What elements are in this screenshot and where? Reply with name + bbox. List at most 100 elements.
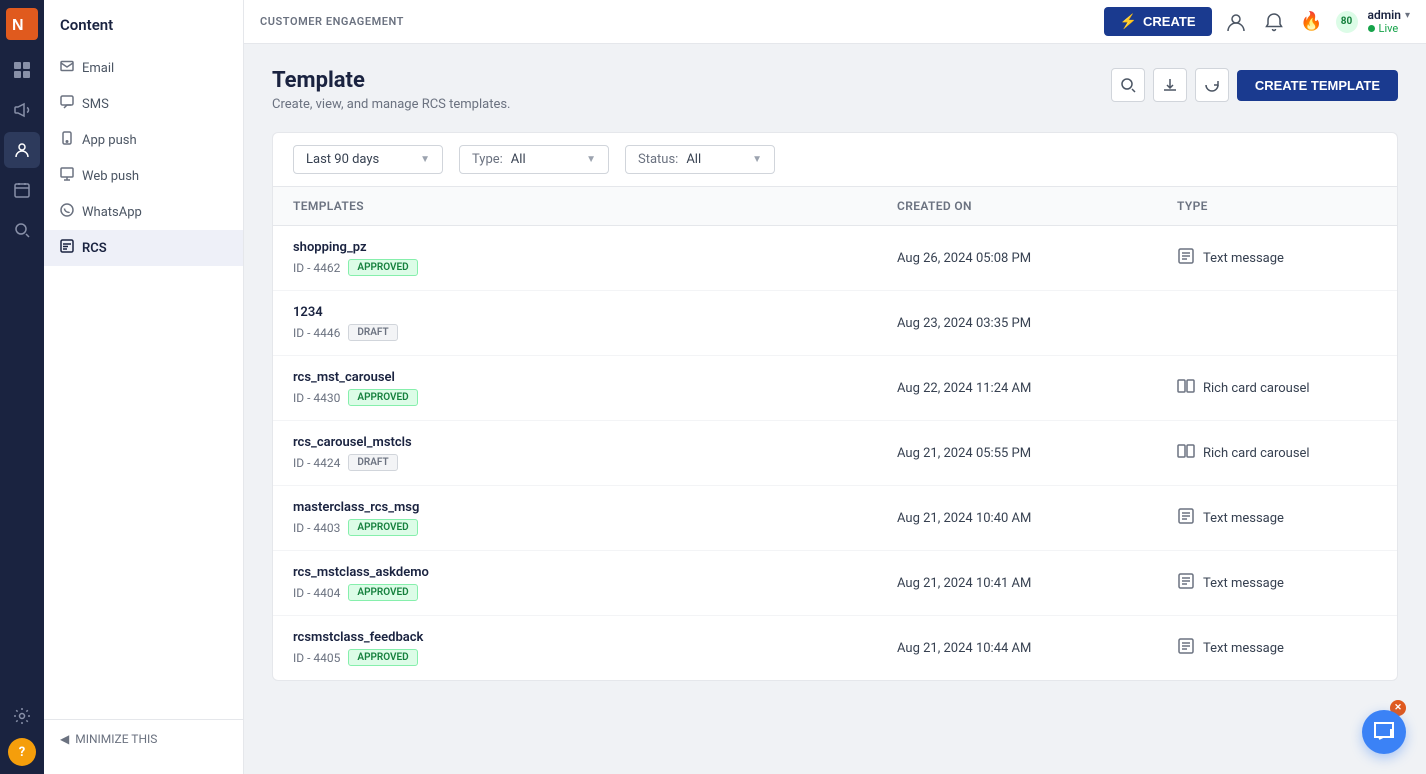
sidebar-item-app-push[interactable]: App push (44, 122, 243, 158)
content-area: Template Create, view, and manage RCS te… (244, 44, 1426, 774)
flame-icon[interactable]: 🔥 (1298, 8, 1326, 36)
template-meta: ID - 4462 APPROVED (293, 259, 897, 276)
created-on-cell: Aug 23, 2024 03:35 PM (897, 316, 1177, 331)
date-range-filter[interactable]: Last 90 days ▼ (293, 145, 443, 174)
status-filter[interactable]: Status: All ▼ (625, 145, 775, 174)
table-row[interactable]: masterclass_rcs_msg ID - 4403 APPROVED A… (273, 486, 1397, 551)
created-on-cell: Aug 21, 2024 05:55 PM (897, 446, 1177, 461)
minimize-label: MINIMIZE THIS (75, 732, 157, 746)
template-name-cell: rcs_mstclass_askdemo ID - 4404 APPROVED (293, 565, 897, 601)
email-icon (60, 59, 74, 77)
sidebar-item-sms[interactable]: SMS (44, 86, 243, 122)
chevron-left-icon: ◀ (60, 732, 69, 746)
type-cell: Rich card carousel (1177, 377, 1377, 399)
page-title: Template (272, 68, 510, 93)
template-name: masterclass_rcs_msg (293, 500, 897, 515)
nav-person-icon[interactable] (4, 132, 40, 168)
table-row[interactable]: rcs_carousel_mstcls ID - 4424 DRAFT Aug … (273, 421, 1397, 486)
created-on-cell: Aug 21, 2024 10:41 AM (897, 576, 1177, 591)
type-icon (1177, 637, 1195, 659)
refresh-button[interactable] (1195, 68, 1229, 102)
status-badge: APPROVED (348, 649, 417, 666)
table-body: shopping_pz ID - 4462 APPROVED Aug 26, 2… (273, 226, 1397, 680)
created-on-cell: Aug 22, 2024 11:24 AM (897, 381, 1177, 396)
download-button[interactable] (1153, 68, 1187, 102)
sidebar-item-email[interactable]: Email (44, 50, 243, 86)
type-icon (1177, 377, 1195, 399)
table-row[interactable]: rcs_mst_carousel ID - 4430 APPROVED Aug … (273, 356, 1397, 421)
notification-count[interactable]: 80 (1336, 11, 1358, 33)
table-row[interactable]: rcs_mstclass_askdemo ID - 4404 APPROVED … (273, 551, 1397, 616)
sidebar-item-rcs[interactable]: RCS (44, 230, 243, 266)
nav-settings-icon[interactable] (4, 698, 40, 734)
template-id: ID - 4430 (293, 391, 340, 405)
template-name: rcs_mst_carousel (293, 370, 897, 385)
chat-bubble-button[interactable] (1362, 710, 1406, 754)
main-area: CUSTOMER ENGAGEMENT ⚡ CREATE 🔥 80 (244, 0, 1426, 774)
page-header: Template Create, view, and manage RCS te… (272, 68, 1398, 112)
type-cell: Rich card carousel (1177, 442, 1377, 464)
template-name-cell: rcs_carousel_mstcls ID - 4424 DRAFT (293, 435, 897, 471)
sidebar-item-whatsapp[interactable]: WhatsApp (44, 194, 243, 230)
table-row[interactable]: 1234 ID - 4446 DRAFT Aug 23, 2024 03:35 … (273, 291, 1397, 356)
sidebar-rcs-label: RCS (82, 241, 107, 256)
type-icon (1177, 247, 1195, 269)
sidebar-whatsapp-label: WhatsApp (82, 205, 142, 220)
sidebar: Content Email SMS App push Web (44, 0, 244, 774)
type-filter-label: Type: (472, 152, 503, 167)
nav-search-icon[interactable] (4, 212, 40, 248)
template-name-cell: rcs_mst_carousel ID - 4430 APPROVED (293, 370, 897, 406)
app-push-icon (60, 131, 74, 149)
profile-icon[interactable] (1222, 8, 1250, 36)
template-id: ID - 4405 (293, 651, 340, 665)
template-id: ID - 4403 (293, 521, 340, 535)
admin-info: admin ▾ Live (1368, 8, 1410, 35)
notification-icon[interactable] (1260, 8, 1288, 36)
bolt-icon: ⚡ (1120, 13, 1137, 30)
template-meta: ID - 4430 APPROVED (293, 389, 897, 406)
status-badge: DRAFT (348, 454, 397, 471)
type-cell: Text message (1177, 247, 1377, 269)
type-icon (1177, 572, 1195, 594)
template-id: ID - 4462 (293, 261, 340, 275)
nav-grid-icon[interactable] (4, 52, 40, 88)
table-row[interactable]: rcsmstclass_feedback ID - 4405 APPROVED … (273, 616, 1397, 680)
type-cell: Text message (1177, 637, 1377, 659)
search-button[interactable] (1111, 68, 1145, 102)
sidebar-email-label: Email (82, 61, 114, 76)
template-name-cell: shopping_pz ID - 4462 APPROVED (293, 240, 897, 276)
date-range-value: Last 90 days (306, 152, 379, 167)
type-filter-value: All (511, 152, 526, 167)
whatsapp-icon (60, 203, 74, 221)
live-dot (1368, 25, 1375, 32)
template-name: rcs_mstclass_askdemo (293, 565, 897, 580)
section-label: CUSTOMER ENGAGEMENT (260, 15, 404, 28)
sidebar-item-web-push[interactable]: Web push (44, 158, 243, 194)
sidebar-app-push-label: App push (82, 133, 137, 148)
nav-calendar-icon[interactable] (4, 172, 40, 208)
create-label: CREATE (1143, 14, 1195, 29)
sidebar-web-push-label: Web push (82, 169, 139, 184)
status-filter-value: All (686, 152, 701, 167)
nav-megaphone-icon[interactable] (4, 92, 40, 128)
type-label: Text message (1203, 641, 1284, 656)
type-cell: Text message (1177, 572, 1377, 594)
status-chevron: ▼ (752, 154, 762, 165)
nav-help-icon[interactable]: ? (8, 738, 36, 766)
template-meta: ID - 4446 DRAFT (293, 324, 897, 341)
brand-logo[interactable]: N (6, 8, 38, 40)
table-row[interactable]: shopping_pz ID - 4462 APPROVED Aug 26, 2… (273, 226, 1397, 291)
sms-icon (60, 95, 74, 113)
minimize-sidebar-button[interactable]: ◀ MINIMIZE THIS (44, 719, 243, 758)
create-template-button[interactable]: CREATE TEMPLATE (1237, 70, 1398, 101)
template-name: rcsmstclass_feedback (293, 630, 897, 645)
create-button[interactable]: ⚡ CREATE (1104, 7, 1212, 36)
type-filter[interactable]: Type: All ▼ (459, 145, 609, 174)
web-push-icon (60, 167, 74, 185)
template-name: shopping_pz (293, 240, 897, 255)
rcs-icon (60, 239, 74, 257)
date-range-chevron: ▼ (420, 154, 430, 165)
admin-dropdown-icon[interactable]: ▾ (1405, 10, 1410, 21)
status-badge: DRAFT (348, 324, 397, 341)
page-title-group: Template Create, view, and manage RCS te… (272, 68, 510, 112)
